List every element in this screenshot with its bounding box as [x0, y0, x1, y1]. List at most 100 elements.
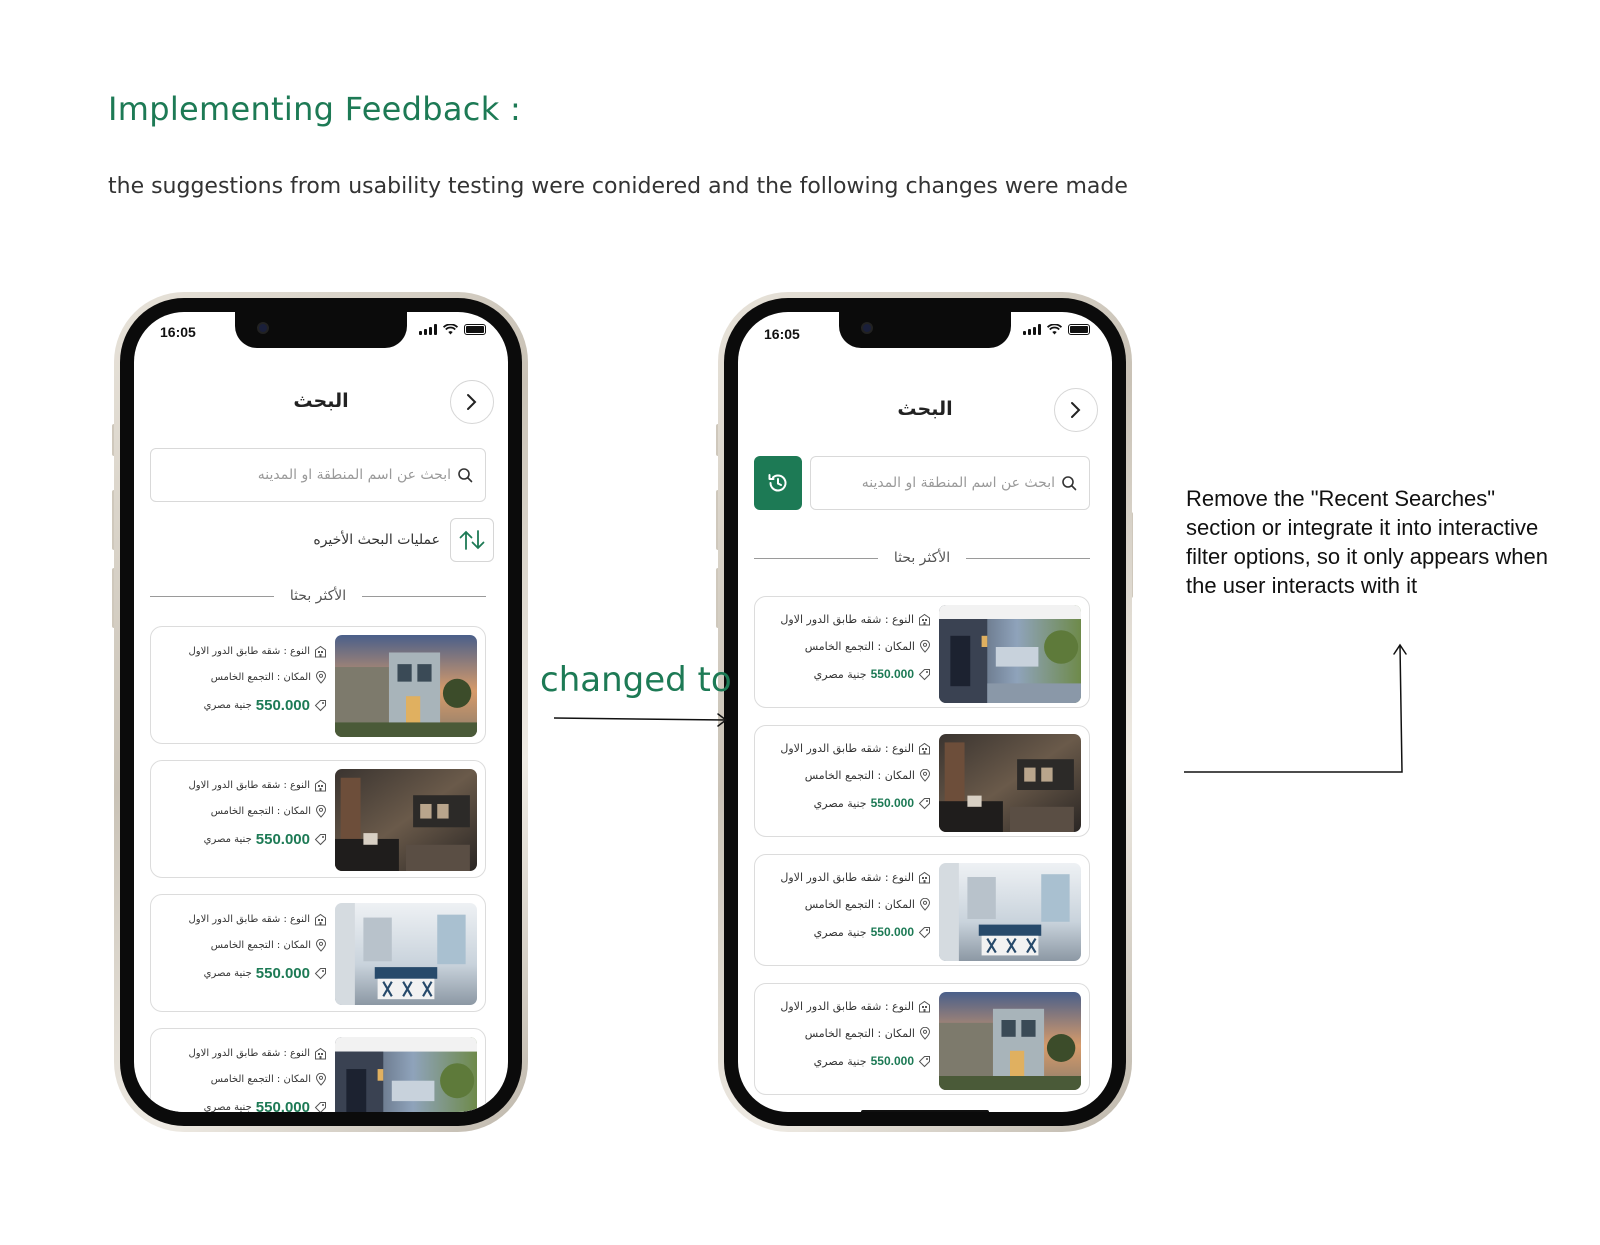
listing-type-row: النوع : شقه طابق الدور الاول: [780, 1000, 931, 1013]
listing-card[interactable]: النوع : شقه طابق الدور الاول المكان : ال…: [150, 626, 486, 744]
location-pin-icon: [315, 805, 327, 818]
signal-icon: [419, 324, 437, 335]
listing-price-row: 550.000 جنية مصري: [780, 925, 931, 939]
listing-location: المكان : التجمع الخامس: [804, 769, 915, 782]
recent-searches-row[interactable]: عمليات البحث الأخيره: [313, 518, 494, 562]
listing-price-row: 550.000 جنية مصري: [780, 1054, 931, 1068]
building-icon: [315, 779, 326, 792]
listing-price: 550.000: [870, 925, 914, 939]
listing-location-row: المكان : التجمع الخامس: [780, 640, 931, 653]
listing-card[interactable]: النوع : شقه طابق الدور الاول المكان : ال…: [150, 760, 486, 878]
listing-type: النوع : شقه طابق الدور الاول: [780, 1000, 914, 1013]
price-tag-icon: [918, 668, 930, 680]
listing-card[interactable]: النوع : شقه طابق الدور الاول المكان : ال…: [754, 596, 1090, 708]
listing-currency: جنية مصري: [203, 700, 252, 711]
listing-photo: [939, 992, 1081, 1090]
recent-searches-label: عمليات البحث الأخيره: [313, 532, 440, 548]
listing-price-row: 550.000 جنية مصري: [780, 796, 931, 810]
listing-card[interactable]: النوع : شقه طابق الدور الاول المكان : ال…: [754, 983, 1090, 1095]
right-arrow: [553, 713, 728, 727]
wifi-icon: [443, 324, 458, 335]
price-tag-icon: [314, 1102, 326, 1112]
notch: [235, 312, 407, 348]
chevron-right-icon: [467, 394, 477, 410]
price-tag-icon: [918, 1055, 930, 1067]
history-icon: [768, 474, 787, 492]
camera: [861, 322, 873, 334]
listing-type-row: النوع : شقه طابق الدور الاول: [780, 613, 931, 626]
listing-currency: جنية مصري: [203, 834, 252, 845]
price-tag-icon: [918, 797, 930, 809]
section-label: الأكثر بحثا: [289, 588, 347, 604]
location-pin-icon: [919, 769, 931, 782]
search-icon: [458, 468, 473, 483]
listing-photo: [335, 903, 477, 1005]
price-tag-icon: [314, 700, 326, 712]
listing-location: المكان : التجمع الخامس: [210, 940, 311, 951]
listing-price: 550.000: [255, 965, 310, 982]
building-icon: [919, 613, 930, 626]
signal-icon: [1023, 324, 1041, 335]
note-arrow: [1184, 643, 1407, 773]
chevron-right-icon: [1071, 402, 1081, 418]
listing-location-row: المكان : التجمع الخامس: [189, 1073, 327, 1086]
price-tag-icon: [918, 926, 930, 938]
listing-type: النوع : شقه طابق الدور الاول: [188, 646, 310, 657]
listing-card[interactable]: النوع : شقه طابق الدور الاول المكان : ال…: [754, 725, 1090, 837]
listing-price: 550.000: [870, 667, 914, 681]
listing-price-row: 550.000 جنية مصري: [780, 667, 931, 681]
listing-card[interactable]: النوع : شقه طابق الدور الاول المكان : ال…: [754, 854, 1090, 966]
history-button[interactable]: [754, 456, 802, 510]
changed-to-label: changed to: [540, 660, 732, 700]
listing-location-row: المكان : التجمع الخامس: [780, 898, 931, 911]
status-time: 16:05: [160, 324, 196, 340]
search-input[interactable]: ابحث عن اسم المنطقة او المدينه: [810, 456, 1090, 510]
listing-type-row: النوع : شقه طابق الدور الاول: [780, 742, 931, 755]
listing-currency: جنية مصري: [203, 968, 252, 979]
location-pin-icon: [315, 939, 327, 952]
building-icon: [919, 871, 930, 884]
location-pin-icon: [315, 1073, 327, 1086]
status-icons: [419, 324, 486, 335]
location-pin-icon: [315, 671, 327, 684]
listing-photo: [939, 734, 1081, 832]
listing-photo: [335, 635, 477, 737]
listing-currency: جنية مصري: [203, 1102, 252, 1112]
phone-after: 16:05 البحث ابحث عن اسم المنطقة او المدي…: [718, 292, 1132, 1132]
screen-after: 16:05 البحث ابحث عن اسم المنطقة او المدي…: [738, 312, 1112, 1112]
page-subheading: the suggestions from usability testing w…: [108, 174, 1128, 199]
screen-before: 16:05 البحث ابحث عن اسم المنطقة او المدي…: [134, 312, 508, 1112]
listing-price: 550.000: [255, 697, 310, 714]
location-pin-icon: [919, 640, 931, 653]
listing-type-row: النوع : شقه طابق الدور الاول: [780, 871, 931, 884]
section-label: الأكثر بحثا: [893, 550, 951, 566]
listing-currency: جنية مصري: [813, 667, 867, 681]
building-icon: [315, 913, 326, 926]
back-button[interactable]: [450, 380, 494, 424]
listing-card[interactable]: النوع : شقه طابق الدور الاول المكان : ال…: [150, 1028, 486, 1112]
section-divider: الأكثر بحثا: [754, 550, 1090, 566]
listing-location-row: المكان : التجمع الخامس: [189, 939, 327, 952]
listing-card[interactable]: النوع : شقه طابق الدور الاول المكان : ال…: [150, 894, 486, 1012]
phone-before: 16:05 البحث ابحث عن اسم المنطقة او المدي…: [114, 292, 528, 1132]
listing-type: النوع : شقه طابق الدور الاول: [780, 871, 914, 884]
listing-currency: جنية مصري: [813, 1054, 867, 1068]
search-input[interactable]: ابحث عن اسم المنطقة او المدينه: [150, 448, 486, 502]
listing-type-row: النوع : شقه طابق الدور الاول: [189, 645, 327, 658]
listing-photo: [939, 605, 1081, 703]
sort-button[interactable]: [450, 518, 494, 562]
listing-type: النوع : شقه طابق الدور الاول: [780, 742, 914, 755]
listing-type-row: النوع : شقه طابق الدور الاول: [189, 779, 327, 792]
listing-photo: [335, 1037, 477, 1112]
listing-location-row: المكان : التجمع الخامس: [189, 671, 327, 684]
price-tag-icon: [314, 834, 326, 846]
listing-type-row: النوع : شقه طابق الدور الاول: [189, 1047, 327, 1060]
listing-type: النوع : شقه طابق الدور الاول: [188, 1048, 310, 1059]
listing-location-row: المكان : التجمع الخامس: [780, 769, 931, 782]
listing-location: المكان : التجمع الخامس: [210, 806, 311, 817]
wifi-icon: [1047, 324, 1062, 335]
listing-location-row: المكان : التجمع الخامس: [780, 1027, 931, 1040]
back-button[interactable]: [1054, 388, 1098, 432]
listing-price-row: 550.000 جنية مصري: [189, 831, 327, 848]
listing-location: المكان : التجمع الخامس: [210, 672, 311, 683]
